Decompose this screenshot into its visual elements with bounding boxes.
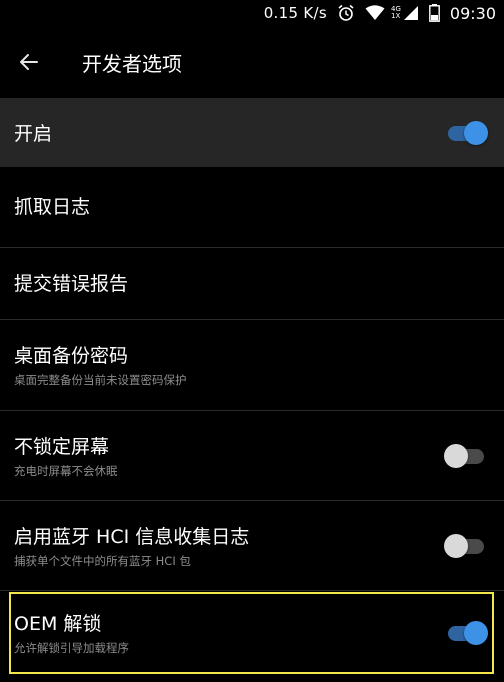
setting-title: OEM 解锁: [14, 612, 102, 635]
oem-unlock-toggle[interactable]: [444, 619, 490, 647]
setting-backup-password[interactable]: 桌面备份密码 桌面完整备份当前未设置密码保护: [0, 321, 504, 411]
master-toggle[interactable]: [444, 119, 490, 147]
master-switch-row[interactable]: 开启: [0, 98, 504, 167]
toggle-thumb: [464, 621, 488, 645]
setting-oem-unlock[interactable]: OEM 解锁 允许解锁引导加载程序: [0, 592, 504, 674]
master-toggle-thumb: [464, 120, 488, 145]
network-speed: 0.15 K/s: [263, 4, 327, 22]
setting-subtitle: 允许解锁引导加载程序: [14, 640, 129, 655]
master-switch-label: 开启: [14, 123, 53, 145]
bluetooth-hci-toggle[interactable]: [444, 532, 490, 560]
signal-icon: [403, 5, 419, 21]
setting-title: 启用蓝牙 HCI 信息收集日志: [14, 525, 250, 548]
setting-bluetooth-hci-log[interactable]: 启用蓝牙 HCI 信息收集日志 捕获单个文件中的所有蓝牙 HCI 包: [0, 502, 504, 591]
setting-subtitle: 充电时屏幕不会休眠: [14, 463, 118, 478]
setting-stay-awake[interactable]: 不锁定屏幕 充电时屏幕不会休眠: [0, 412, 504, 501]
network-type-bottom: 1X: [391, 12, 401, 20]
setting-capture-log[interactable]: 抓取日志: [0, 167, 504, 248]
wifi-icon: [365, 5, 385, 21]
clock: 09:30: [449, 3, 496, 23]
setting-title: 不锁定屏幕: [14, 435, 110, 458]
setting-title: 抓取日志: [14, 196, 91, 218]
setting-subtitle: 桌面完整备份当前未设置密码保护: [14, 373, 187, 387]
arrow-left-icon[interactable]: [13, 46, 45, 78]
battery-icon: [428, 4, 440, 22]
toolbar: 开发者选项: [0, 26, 504, 98]
setting-title: 提交错误报告: [14, 273, 129, 295]
setting-bug-report[interactable]: 提交错误报告: [0, 249, 504, 320]
setting-subtitle: 捕获单个文件中的所有蓝牙 HCI 包: [14, 553, 191, 568]
page-title: 开发者选项: [82, 51, 182, 76]
stay-awake-toggle[interactable]: [444, 442, 490, 470]
toggle-thumb: [444, 444, 468, 468]
status-bar: 0.15 K/s 4G 1X 09:30: [0, 0, 504, 26]
setting-title: 桌面备份密码: [14, 345, 129, 367]
network-type: 4G 1X: [391, 6, 401, 20]
toggle-thumb: [444, 534, 468, 558]
alarm-icon: [337, 4, 355, 22]
